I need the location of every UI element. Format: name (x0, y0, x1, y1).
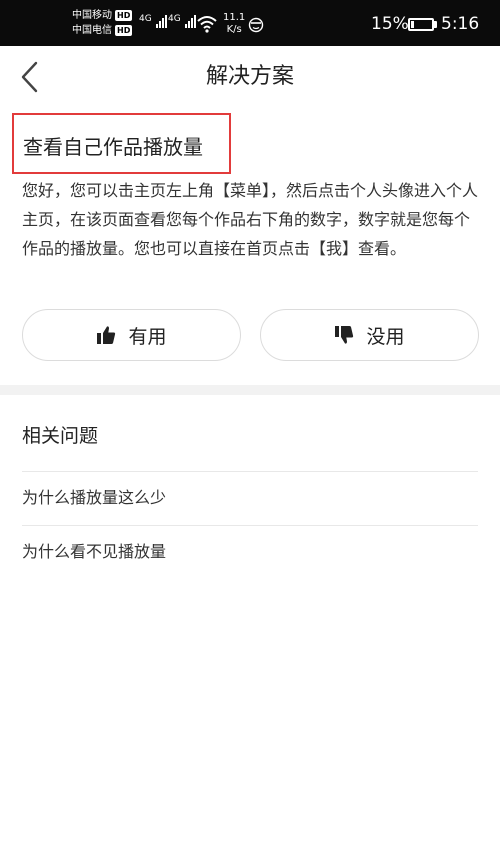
signal-bars-icon (184, 14, 196, 28)
useful-label: 有用 (128, 325, 167, 348)
page-title: 解决方案 (205, 64, 294, 89)
carrier-1-label: 中国移动 (72, 10, 112, 21)
hd-badge: HD (115, 25, 133, 36)
back-button[interactable] (10, 56, 50, 98)
clock: 5:16 (441, 14, 480, 34)
useful-button[interactable]: 有用 (22, 309, 241, 361)
nav-bar: 解决方案 (0, 46, 500, 108)
status-bar: 中国移动 HD 中国电信 HD 4G 4G 11.1 K/s 15% 5:16 (0, 0, 500, 46)
hd-badge: HD (115, 10, 133, 21)
carrier-info: 中国移动 HD 中国电信 HD (72, 8, 142, 38)
useless-button[interactable]: 没用 (260, 309, 479, 361)
signal-2: 4G (168, 14, 196, 34)
battery-tip (434, 21, 437, 28)
signal-1: 4G (139, 14, 167, 34)
thumbs-down-icon (335, 326, 354, 344)
related-question-item[interactable]: 为什么看不见播放量 (22, 525, 478, 579)
related-question-label: 为什么播放量这么少 (22, 488, 167, 507)
network-speed: 11.1 K/s (223, 12, 245, 36)
wifi-icon (197, 16, 217, 33)
useless-label: 没用 (366, 325, 405, 348)
face-icon (248, 17, 264, 33)
related-question-item[interactable]: 为什么播放量这么少 (22, 471, 478, 525)
battery-percent: 15% (371, 14, 409, 34)
battery-fill (411, 21, 414, 28)
related-question-label: 为什么看不见播放量 (22, 542, 167, 561)
answer-body: 您好，您可以击主页左上角【菜单】，然后点击个人头像进入个人主页，在该页面查看您每… (22, 181, 479, 258)
network-type-1: 4G (139, 14, 152, 24)
related-questions-title: 相关问题 (22, 425, 99, 447)
thumbs-up-icon (97, 326, 116, 344)
section-divider (0, 385, 500, 395)
network-type-2: 4G (168, 14, 181, 24)
battery-icon (408, 18, 434, 31)
carrier-2-label: 中国电信 (72, 25, 112, 36)
answer-title: 查看自己作品播放量 (23, 135, 203, 159)
speed-unit: K/s (226, 24, 242, 35)
speed-value: 11.1 (223, 12, 246, 23)
chevron-left-icon (21, 61, 38, 93)
signal-bars-icon (155, 14, 167, 28)
